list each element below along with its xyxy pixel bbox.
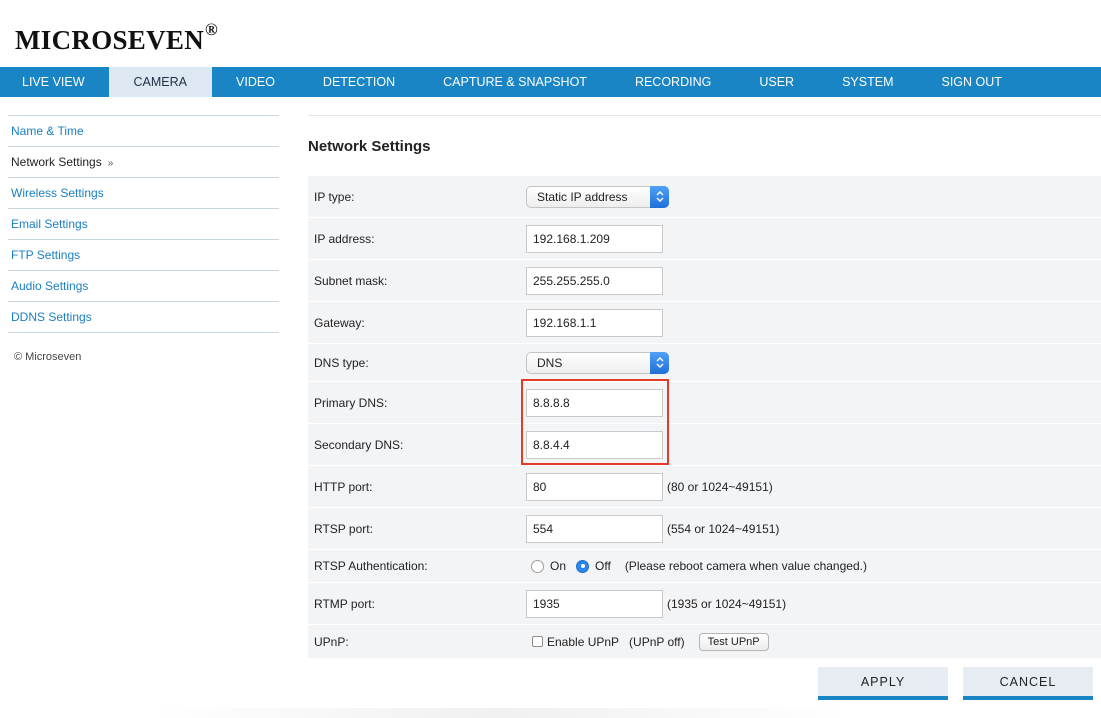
nav-sign-out[interactable]: SIGN OUT xyxy=(917,67,1025,97)
nav-camera[interactable]: CAMERA xyxy=(108,67,213,97)
copyright-text: © Microseven xyxy=(14,351,82,363)
rtsp-port-hint: (554 or 1024~49151) xyxy=(667,521,780,536)
sidebar-item-name-time[interactable]: Name & Time xyxy=(8,115,279,146)
row-dns-type: DNS type: DNS xyxy=(308,344,1101,382)
rtsp-auth-on-radio[interactable] xyxy=(531,559,544,573)
sidebar-item-audio-settings[interactable]: Audio Settings xyxy=(8,270,279,301)
sidebar-item-label: FTP Settings xyxy=(11,248,81,262)
nav-system[interactable]: SYSTEM xyxy=(818,67,917,97)
sidebar-item-label: Audio Settings xyxy=(11,279,89,293)
content-divider xyxy=(308,115,1101,116)
ip-address-input[interactable] xyxy=(526,224,663,253)
ip-address-label: IP address: xyxy=(314,231,375,246)
brand-name: MICROSEVEN xyxy=(15,25,205,55)
registered-mark: ® xyxy=(205,20,219,39)
subnet-mask-label: Subnet mask: xyxy=(314,273,388,288)
rtsp-port-input[interactable] xyxy=(526,514,663,543)
row-ip-address: IP address: xyxy=(308,218,1101,260)
nav-detection[interactable]: DETECTION xyxy=(299,67,419,97)
ip-type-label: IP type: xyxy=(314,189,355,204)
dns-type-select[interactable]: DNS xyxy=(526,351,669,374)
sidebar-item-label: Wireless Settings xyxy=(11,186,104,200)
dns-type-label: DNS type: xyxy=(314,355,369,370)
sidebar-item-label: Email Settings xyxy=(11,217,88,231)
nav-live-view[interactable]: LIVE VIEW xyxy=(0,67,109,97)
rtsp-port-label: RTSP port: xyxy=(314,521,373,536)
http-port-hint: (80 or 1024~49151) xyxy=(667,479,773,494)
page-title: Network Settings xyxy=(308,138,431,155)
test-upnp-button[interactable]: Test UPnP xyxy=(698,632,769,651)
http-port-label: HTTP port: xyxy=(314,479,373,494)
nav-recording[interactable]: RECORDING xyxy=(611,67,735,97)
sidebar-item-ddns-settings[interactable]: DDNS Settings xyxy=(8,301,279,332)
sidebar: Name & Time Network Settings » Wireless S… xyxy=(8,115,279,363)
sidebar-item-email-settings[interactable]: Email Settings xyxy=(8,208,279,239)
footer-shadow xyxy=(150,708,850,718)
upnp-status: (UPnP off) xyxy=(629,634,685,649)
active-arrow-icon: » xyxy=(107,158,114,169)
primary-dns-label: Primary DNS: xyxy=(314,395,388,410)
sidebar-item-label: Name & Time xyxy=(11,124,84,138)
cancel-button[interactable]: CANCEL xyxy=(963,667,1093,700)
subnet-mask-input[interactable] xyxy=(526,266,663,295)
sidebar-item-wireless-settings[interactable]: Wireless Settings xyxy=(8,177,279,208)
http-port-input[interactable] xyxy=(526,472,663,501)
row-rtsp-port: RTSP port: (554 or 1024~49151) xyxy=(308,508,1101,550)
rtsp-auth-off-label: Off xyxy=(595,559,611,573)
row-http-port: HTTP port: (80 or 1024~49151) xyxy=(308,466,1101,508)
gateway-input[interactable] xyxy=(526,308,663,337)
enable-upnp-checkbox[interactable] xyxy=(532,636,543,647)
sidebar-item-network-settings[interactable]: Network Settings » xyxy=(8,146,279,177)
row-gateway: Gateway: xyxy=(308,302,1101,344)
gateway-label: Gateway: xyxy=(314,315,365,330)
top-nav: LIVE VIEW CAMERA VIDEO DETECTION CAPTURE… xyxy=(0,67,1101,97)
row-ip-type: IP type: Static IP address xyxy=(308,176,1101,218)
row-upnp: UPnP: Enable UPnP (UPnP off) Test UPnP xyxy=(308,625,1101,658)
rtmp-port-input[interactable] xyxy=(526,589,663,618)
row-primary-dns: Primary DNS: xyxy=(308,382,1101,424)
ip-type-value: Static IP address xyxy=(537,189,628,204)
network-settings-form: IP type: Static IP address IP address: S… xyxy=(308,176,1101,658)
sidebar-item-ftp-settings[interactable]: FTP Settings xyxy=(8,239,279,270)
select-stepper-icon xyxy=(650,351,669,374)
secondary-dns-label: Secondary DNS: xyxy=(314,437,404,452)
row-rtsp-authentication: RTSP Authentication: On Off (Please rebo… xyxy=(308,550,1101,583)
rtmp-port-label: RTMP port: xyxy=(314,596,375,611)
enable-upnp-label: Enable UPnP xyxy=(547,634,620,649)
brand-logo: MICROSEVEN® xyxy=(15,20,218,56)
ip-type-select[interactable]: Static IP address xyxy=(526,185,669,208)
rtsp-auth-off-radio[interactable] xyxy=(576,559,590,573)
row-rtmp-port: RTMP port: (1935 or 1024~49151) xyxy=(308,583,1101,625)
rtsp-auth-hint: (Please reboot camera when value changed… xyxy=(624,559,867,573)
nav-capture-snapshot[interactable]: CAPTURE & SNAPSHOT xyxy=(419,67,611,97)
dns-highlight-box xyxy=(521,379,669,465)
rtsp-auth-on-label: On xyxy=(550,559,567,573)
nav-user[interactable]: USER xyxy=(735,67,818,97)
sidebar-item-label: DDNS Settings xyxy=(11,310,92,324)
select-stepper-icon xyxy=(650,185,669,208)
row-subnet-mask: Subnet mask: xyxy=(308,260,1101,302)
row-secondary-dns: Secondary DNS: xyxy=(308,424,1101,466)
nav-video[interactable]: VIDEO xyxy=(212,67,299,97)
rtsp-auth-label: RTSP Authentication: xyxy=(314,559,428,573)
upnp-label: UPnP: xyxy=(314,634,349,649)
apply-button[interactable]: APPLY xyxy=(818,667,948,700)
dns-type-value: DNS xyxy=(537,355,563,370)
sidebar-item-label: Network Settings xyxy=(11,155,102,169)
rtmp-port-hint: (1935 or 1024~49151) xyxy=(667,596,787,611)
